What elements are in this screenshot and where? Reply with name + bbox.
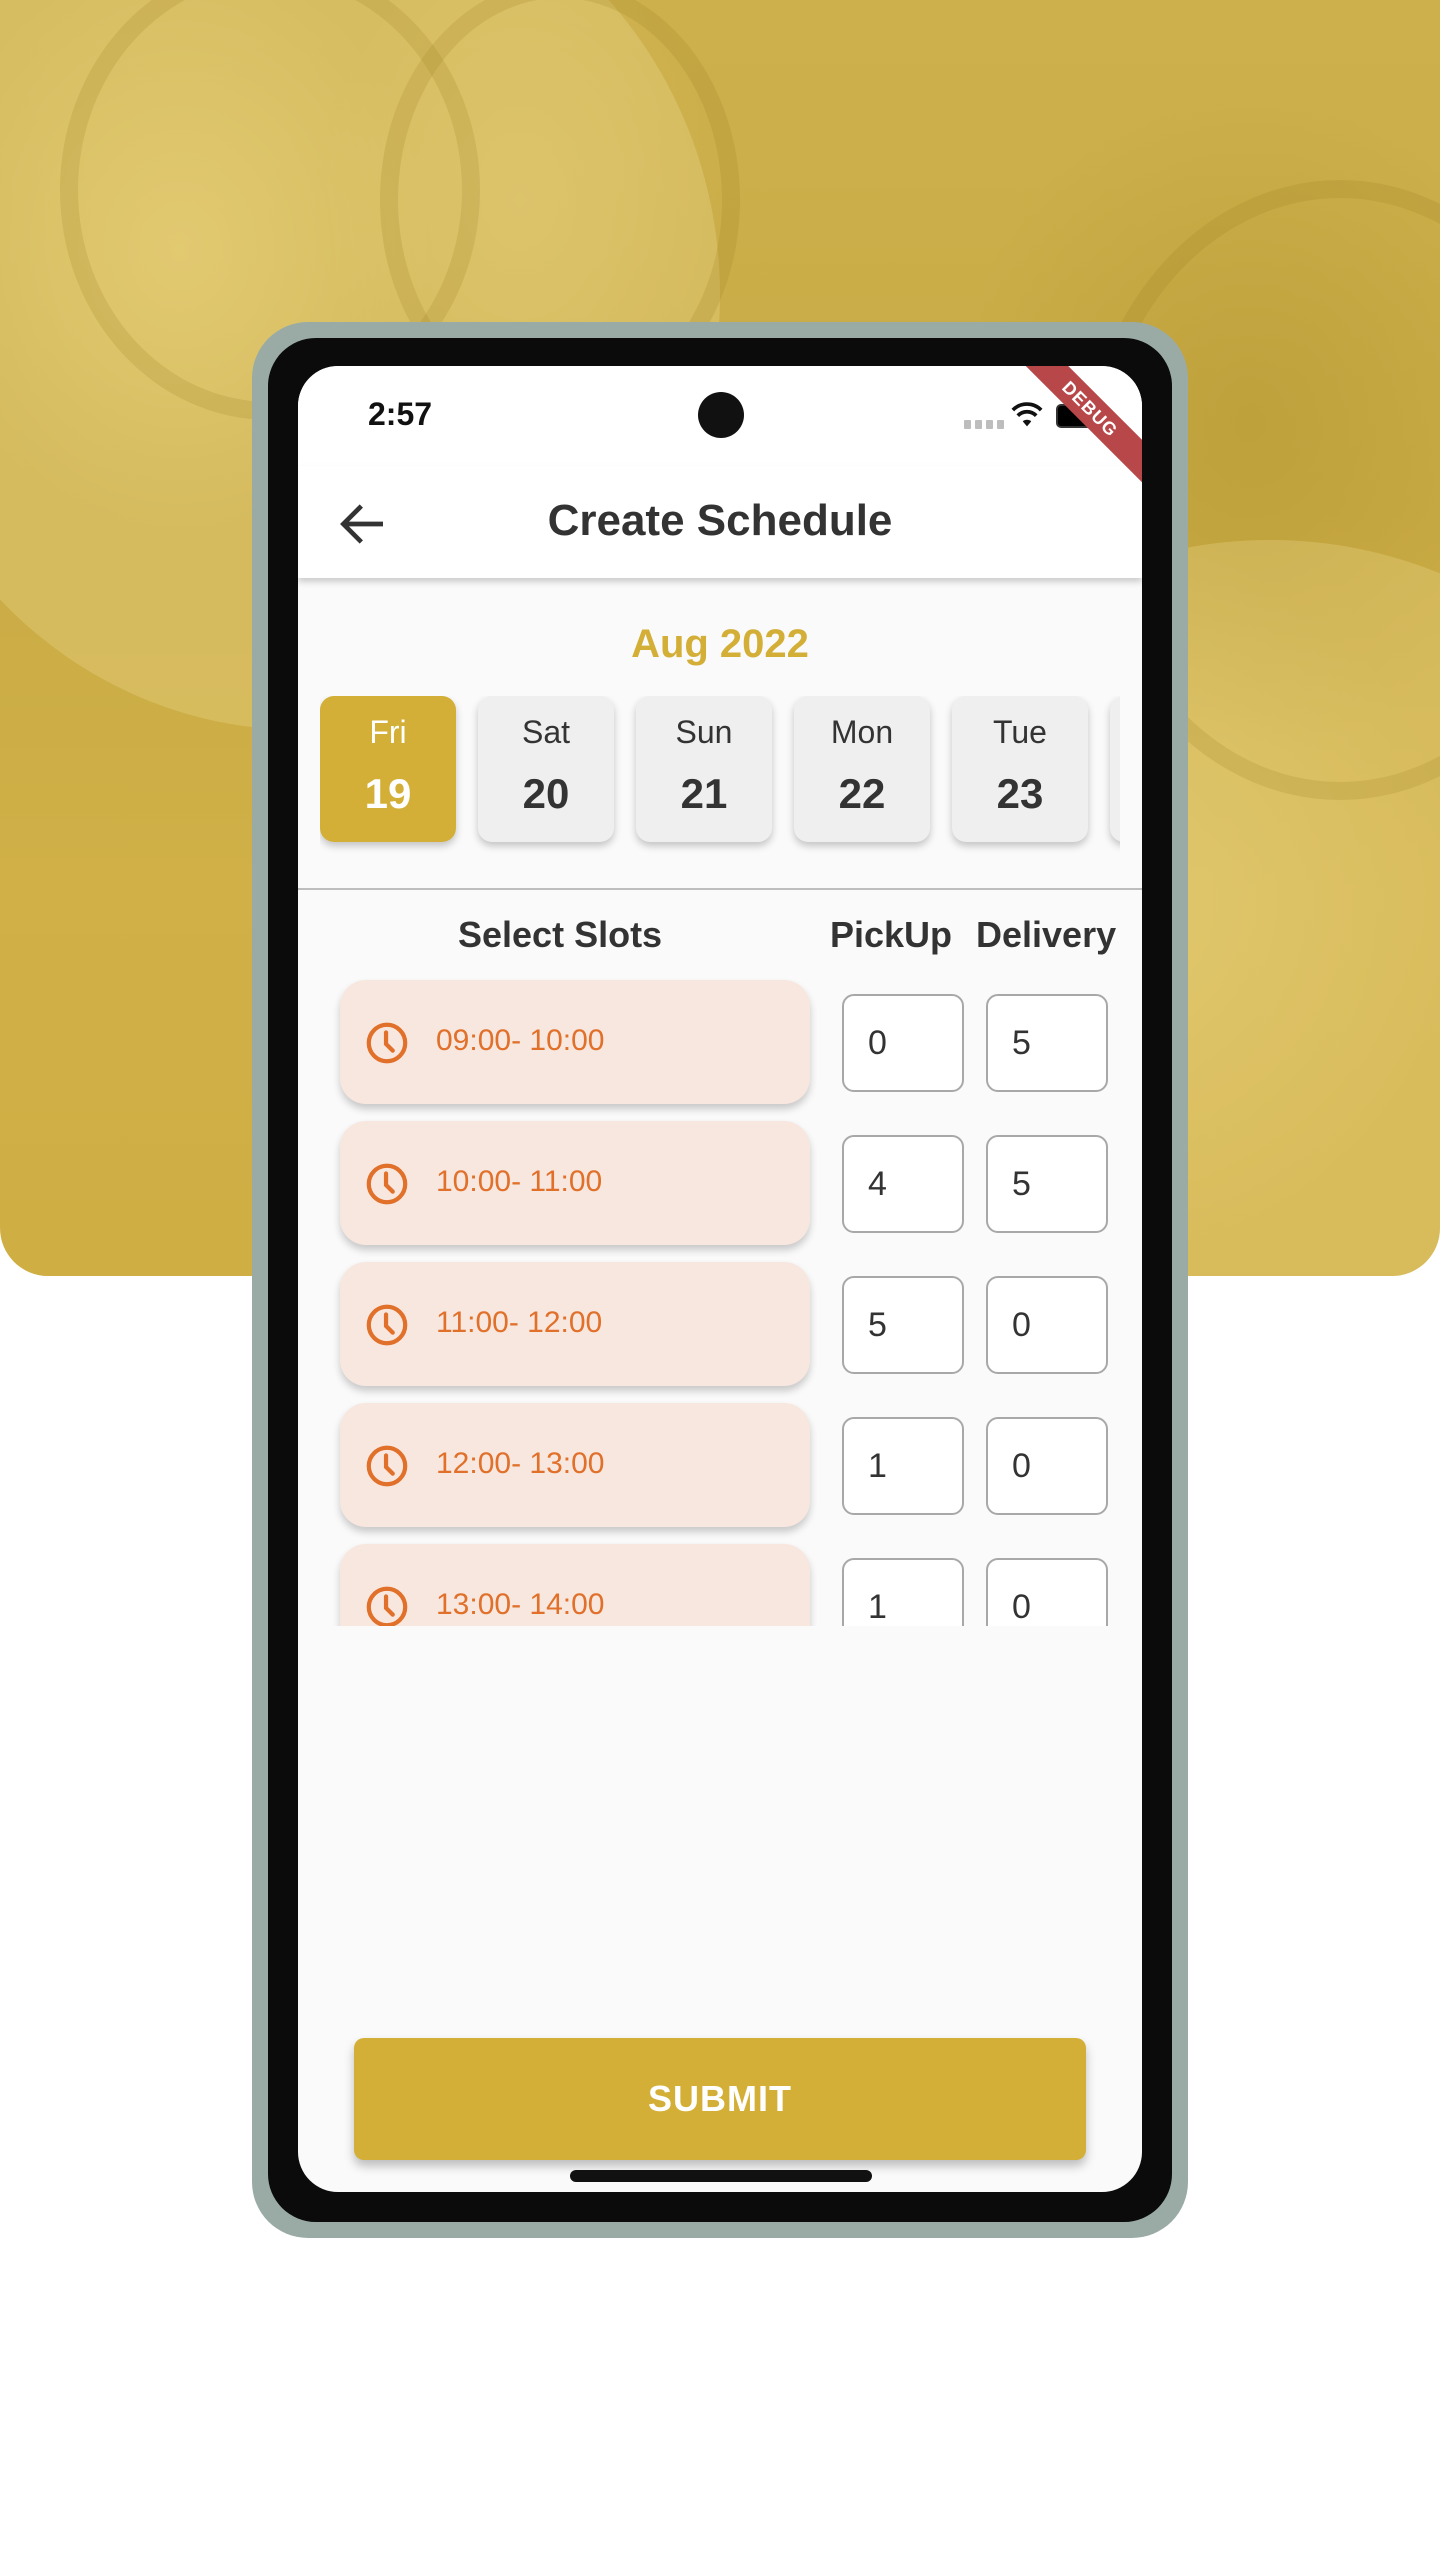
slot-time-label: 09:00- 10:00 xyxy=(436,1024,605,1057)
date-item-partial[interactable] xyxy=(1110,696,1120,842)
time-slot-card[interactable]: 13:00- 14:00 xyxy=(340,1544,810,1626)
clock-icon xyxy=(366,1163,408,1205)
time-slot-card[interactable]: 09:00- 10:00 xyxy=(340,980,810,1104)
date-day-label: Mon xyxy=(830,714,894,750)
clock-icon xyxy=(366,1445,408,1487)
date-item-fri-19[interactable]: Fri 19 xyxy=(320,696,456,842)
date-item-mon-22[interactable]: Mon 22 xyxy=(794,696,930,842)
delivery-quantity-input[interactable] xyxy=(986,1417,1108,1515)
date-item-tue-23[interactable]: Tue 23 xyxy=(952,696,1088,842)
slot-row: 12:00- 13:00 xyxy=(298,1403,1142,1533)
submit-button[interactable]: SUBMIT xyxy=(354,2038,1086,2160)
delivery-quantity-input[interactable] xyxy=(986,1135,1108,1233)
slot-row: 11:00- 12:00 xyxy=(298,1262,1142,1392)
slot-row: 13:00- 14:00 xyxy=(298,1544,1142,1626)
status-bar: 2:57 xyxy=(298,366,1142,466)
slot-time-label: 13:00- 14:00 xyxy=(436,1588,605,1621)
date-day-label: Tue xyxy=(993,714,1047,750)
slot-time-label: 11:00- 12:00 xyxy=(436,1306,603,1339)
home-indicator xyxy=(570,2170,872,2182)
date-number: 20 xyxy=(522,770,570,817)
page-title: Create Schedule xyxy=(547,496,893,545)
front-camera xyxy=(698,392,744,438)
date-item-sun-21[interactable]: Sun 21 xyxy=(636,696,772,842)
pickup-quantity-input[interactable] xyxy=(842,1135,964,1233)
date-number: 19 xyxy=(364,770,412,817)
slot-row: 10:00- 11:00 xyxy=(298,1121,1142,1251)
pickup-header: PickUp xyxy=(830,914,953,955)
pickup-quantity-input[interactable] xyxy=(842,1558,964,1626)
cellular-signal-icon xyxy=(964,420,1004,429)
clock-icon xyxy=(366,1304,408,1346)
date-item-sat-20[interactable]: Sat 20 xyxy=(478,696,614,842)
time-slot-card[interactable]: 11:00- 12:00 xyxy=(340,1262,810,1386)
time-slot-card[interactable]: 10:00- 11:00 xyxy=(340,1121,810,1245)
section-divider xyxy=(298,888,1142,890)
slot-row: 09:00- 10:00 xyxy=(298,980,1142,1110)
delivery-quantity-input[interactable] xyxy=(986,1276,1108,1374)
slot-list[interactable]: 09:00- 10:00 10:00- 11:00 11:00- 12:00 12:0… xyxy=(298,978,1142,1626)
month-label: Aug 2022 xyxy=(631,622,809,666)
pickup-quantity-input[interactable] xyxy=(842,1417,964,1515)
status-time: 2:57 xyxy=(368,396,433,432)
date-number: 21 xyxy=(680,770,728,817)
pickup-quantity-input[interactable] xyxy=(842,994,964,1092)
slot-time-label: 10:00- 11:00 xyxy=(436,1165,603,1198)
time-slot-card[interactable]: 12:00- 13:00 xyxy=(340,1403,810,1527)
delivery-quantity-input[interactable] xyxy=(986,1558,1108,1626)
slot-time-label: 12:00- 13:00 xyxy=(436,1447,605,1480)
wifi-icon xyxy=(1011,402,1043,427)
delivery-quantity-input[interactable] xyxy=(986,994,1108,1092)
phone-screen: 2:57 DEBUG Create Schedule Aug 2022 Fri … xyxy=(298,366,1142,2192)
date-picker-strip[interactable]: Fri 19 Sat 20 Sun 21 Mon 22 Tue 23 xyxy=(320,696,1120,866)
clock-icon xyxy=(366,1022,408,1064)
app-bar: Create Schedule xyxy=(298,466,1142,578)
date-number: 22 xyxy=(838,770,886,817)
date-number: 23 xyxy=(996,770,1044,817)
select-slots-header: Select Slots xyxy=(458,914,663,955)
clock-icon xyxy=(366,1586,408,1626)
pickup-quantity-input[interactable] xyxy=(842,1276,964,1374)
date-day-label: Sun xyxy=(675,714,733,750)
date-day-label: Fri xyxy=(369,714,407,750)
date-day-label: Sat xyxy=(521,714,571,750)
delivery-header: Delivery xyxy=(976,914,1117,955)
